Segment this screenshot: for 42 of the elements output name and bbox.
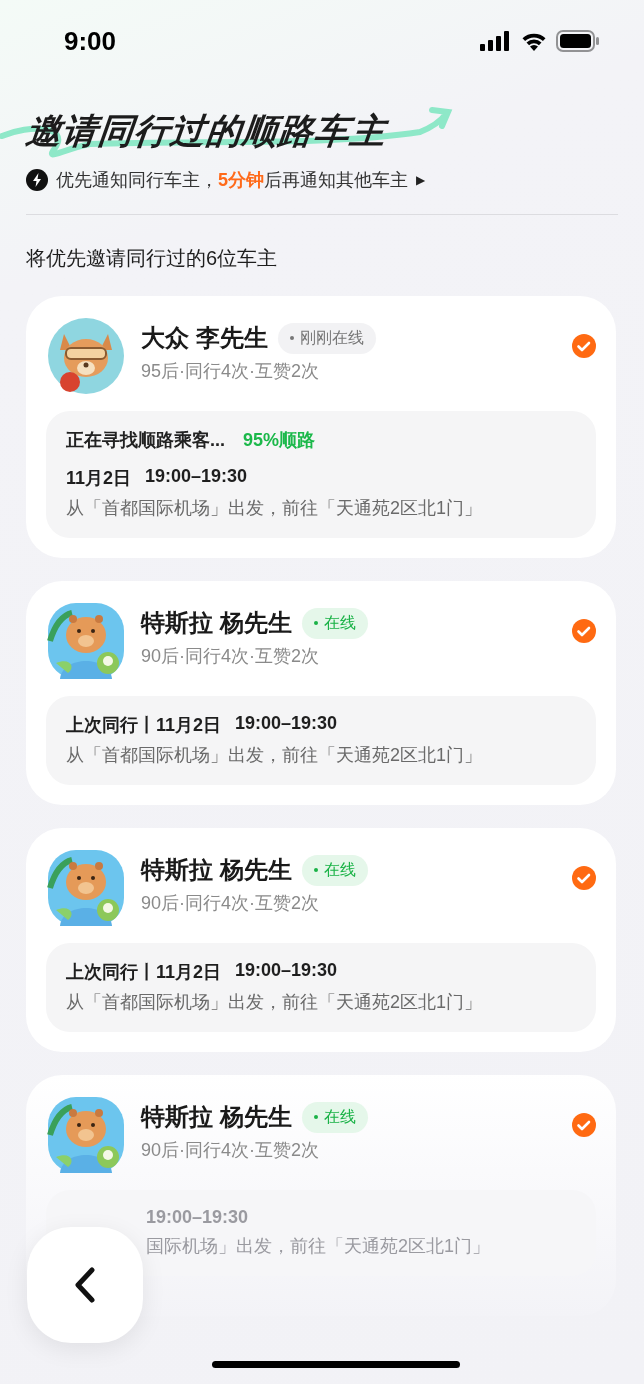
trip-route: 从「首都国际机场」出发，前往「天通苑2区北1门」 [66,991,484,1014]
battery-icon [556,30,600,52]
wifi-icon [520,31,548,51]
trip-route: 国际机场」出发，前往「天通苑2区北1门」 [146,1235,492,1258]
driver-card[interactable]: 特斯拉 杨先生 在线 90后·同行4次·互赞2次 上次同行丨11月2日 19:00–19:30 从「首都国际机场」出发，前往「天通苑2区北1门」 [26,828,616,1052]
driver-name: 特斯拉 杨先生 [141,855,292,885]
trip-label: 上次同行丨11月2日 [66,961,222,984]
play-arrow[interactable]: ▶ [416,173,426,187]
driver-stats: 95后·同行4次·互赞2次 [141,360,321,383]
driver-name: 特斯拉 杨先生 [141,608,292,638]
status-time: 9:00 [64,25,117,57]
trip-date: 11月2日 [66,467,132,490]
trip-route: 从「首都国际机场」出发，前往「天通苑2区北1门」 [66,744,484,767]
lightning-icon [26,169,48,191]
online-status-tag: 刚刚在线 [277,322,376,354]
trip-time: 19:00–19:30 [235,713,338,735]
trip-status: 正在寻找顺路乘客... [66,429,225,452]
checkbox[interactable] [572,1113,596,1137]
driver-stats: 90后·同行4次·互赞2次 [141,892,321,915]
driver-card[interactable]: 特斯拉 杨先生 在线 90后·同行4次·互赞2次 上次同行丨11月2日 19:00–19:30 从「首都国际机场」出发，前往「天通苑2区北1门」 [26,581,616,805]
trip-route: 从「首都国际机场」出发，前往「天通苑2区北1门」 [66,497,484,520]
trip-time: 19:00–19:30 [146,1207,249,1228]
checkbox[interactable] [572,619,596,643]
driver-name: 特斯拉 杨先生 [141,1102,292,1132]
checkbox[interactable] [572,866,596,890]
trip-label: 上次同行丨11月2日 [66,714,222,737]
online-status-tag: 在线 [301,1101,368,1133]
trip-time: 19:00–19:30 [235,960,338,982]
page-title: 邀请同行过的顺路车主 [23,109,389,152]
checkbox[interactable] [572,334,596,358]
route-match: 95%顺路 [243,429,316,452]
driver-card[interactable]: 大众 李先生 刚刚在线 95后·同行4次·互赞2次 正在寻找顺路乘客... 95%顺路 11月2日 19:00–19:30 从「首都国际机场」出发，前往「天通苑2区北1门」 [26,296,616,558]
notice-text: 优先通知同行车主，5分钟后再通知其他车主 [56,169,408,192]
driver-stats: 90后·同行4次·互赞2次 [141,1139,321,1162]
driver-name: 大众 李先生 [141,323,268,353]
driver-stats: 90后·同行4次·互赞2次 [141,645,321,668]
back-icon [74,1267,96,1303]
trip-time: 19:00–19:30 [145,466,248,488]
online-status-tag: 在线 [301,607,368,639]
signal-icon [480,31,512,51]
section-title: 将优先邀请同行过的6位车主 [26,246,279,271]
online-status-tag: 在线 [301,854,368,886]
